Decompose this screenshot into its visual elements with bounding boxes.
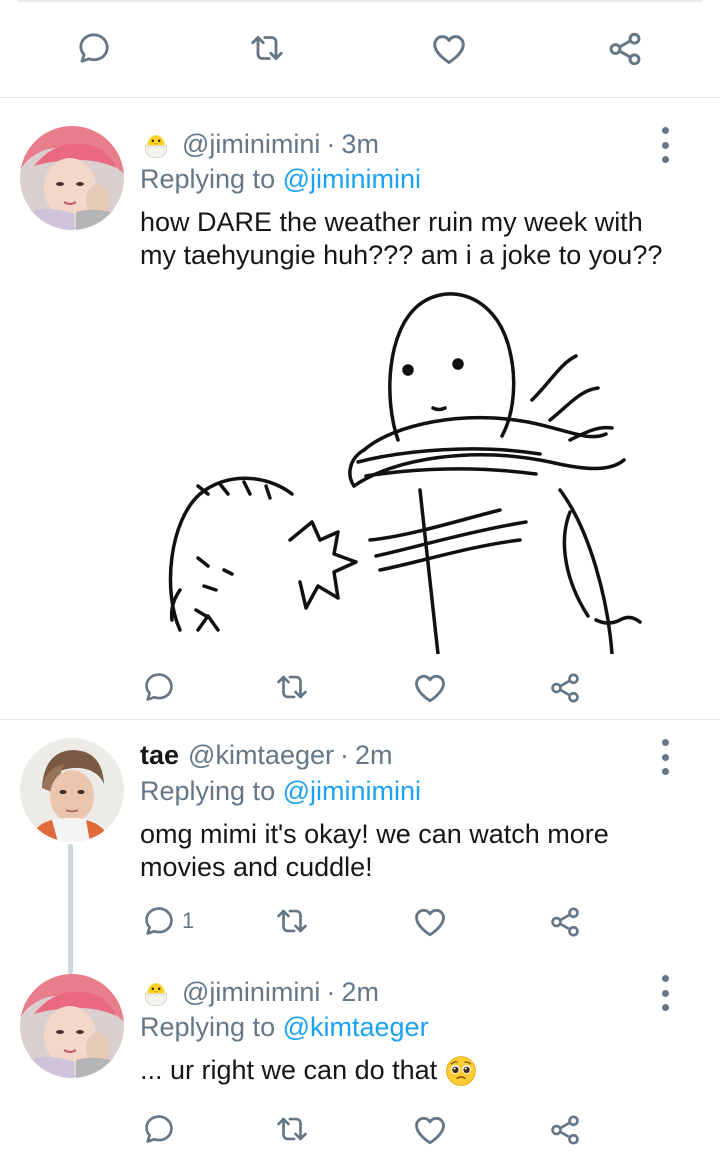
reply-button[interactable] — [76, 30, 112, 66]
more-dot — [661, 975, 669, 982]
avatar[interactable] — [20, 738, 124, 842]
tweet-text: ... ur right we can do that — [140, 1055, 438, 1085]
more-dot — [661, 156, 669, 163]
like-icon — [412, 670, 448, 706]
tweet-text: omg mimi it's okay! we can watch more mo… — [140, 819, 609, 882]
share-icon — [548, 670, 582, 706]
avatar[interactable] — [20, 974, 124, 1078]
separator: · — [326, 976, 336, 1007]
display-name[interactable]: tae — [140, 740, 179, 771]
more-dot — [661, 127, 669, 134]
replying-to-mention[interactable]: @jiminimini — [283, 164, 421, 194]
retweet-icon — [274, 904, 310, 938]
like-button[interactable] — [412, 670, 448, 706]
timestamp[interactable]: 3m — [341, 129, 379, 160]
retweet-button[interactable] — [274, 670, 310, 704]
avatar-photo — [20, 738, 124, 842]
reply-button[interactable]: 1 — [142, 904, 194, 938]
handle[interactable]: @jiminimini — [182, 129, 320, 160]
replying-to: Replying to @kimtaeger — [140, 1012, 429, 1043]
reply-icon — [76, 30, 112, 66]
share-button[interactable] — [548, 670, 582, 706]
more-options-button[interactable] — [659, 127, 671, 163]
reply-icon — [142, 904, 176, 938]
more-dot — [661, 989, 669, 997]
timestamp[interactable]: 2m — [355, 740, 393, 771]
replying-to: Replying to @jiminimini — [140, 164, 421, 195]
avatar-photo — [20, 974, 124, 1078]
replying-prefix: Replying to — [140, 164, 276, 194]
share-icon — [548, 904, 582, 940]
more-dot — [661, 768, 669, 775]
more-options-button[interactable] — [659, 739, 671, 775]
tweet-text-row: ... ur right we can do that — [140, 1054, 680, 1087]
avatar[interactable] — [20, 126, 124, 230]
handle[interactable]: @jiminimini — [182, 977, 320, 1008]
reply-icon — [142, 670, 176, 704]
hatching-chick-icon — [140, 976, 172, 1008]
share-icon — [548, 1112, 582, 1148]
more-dot — [661, 141, 669, 149]
retweet-button[interactable] — [274, 904, 310, 938]
divider — [0, 719, 720, 720]
more-dot — [661, 753, 669, 761]
meme-drawing — [168, 292, 642, 656]
top-divider — [18, 0, 702, 2]
avatar-photo — [20, 126, 124, 230]
replying-prefix: Replying to — [140, 776, 276, 806]
separator: · — [326, 128, 336, 159]
separator: · — [340, 740, 349, 770]
retweet-button[interactable] — [248, 30, 286, 66]
tweet-header: @jiminimini · 3m — [140, 128, 379, 160]
reply-button[interactable] — [142, 1112, 176, 1146]
reply-button[interactable] — [142, 670, 176, 704]
reply-count: 1 — [182, 908, 195, 933]
retweet-icon — [274, 1112, 310, 1146]
retweet-icon — [248, 30, 286, 66]
like-icon — [430, 30, 468, 68]
like-button[interactable] — [430, 30, 468, 68]
thread-connector-line — [68, 844, 73, 974]
replying-to-mention[interactable]: @kimtaeger — [283, 1012, 429, 1042]
share-button[interactable] — [606, 30, 644, 68]
like-icon — [412, 904, 448, 940]
tweet-header: @jiminimini · 2m — [140, 976, 379, 1008]
replying-to: Replying to @jiminimini — [140, 776, 421, 807]
timestamp[interactable]: 2m — [341, 977, 379, 1008]
divider — [0, 97, 720, 98]
tweet-header: tae @kimtaeger · 2m — [140, 740, 393, 771]
like-button[interactable] — [412, 1112, 448, 1148]
handle[interactable]: @kimtaeger — [188, 740, 334, 771]
share-button[interactable] — [548, 904, 582, 940]
like-button[interactable] — [412, 904, 448, 940]
replying-to-mention[interactable]: @jiminimini — [283, 776, 421, 806]
hatching-chick-icon — [140, 128, 172, 160]
more-dot — [661, 739, 669, 746]
share-icon — [606, 30, 644, 68]
reply-icon — [142, 1112, 176, 1146]
retweet-icon — [274, 670, 310, 704]
more-options-button[interactable] — [659, 975, 671, 1011]
more-dot — [661, 1004, 669, 1011]
like-icon — [412, 1112, 448, 1148]
replying-prefix: Replying to — [140, 1012, 276, 1042]
pleading-face-icon — [445, 1055, 477, 1087]
tweet-media-image[interactable] — [140, 290, 680, 656]
tweet-text: how DARE the weather ruin my week with m… — [140, 207, 663, 270]
share-button[interactable] — [548, 1112, 582, 1148]
retweet-button[interactable] — [274, 1112, 310, 1146]
